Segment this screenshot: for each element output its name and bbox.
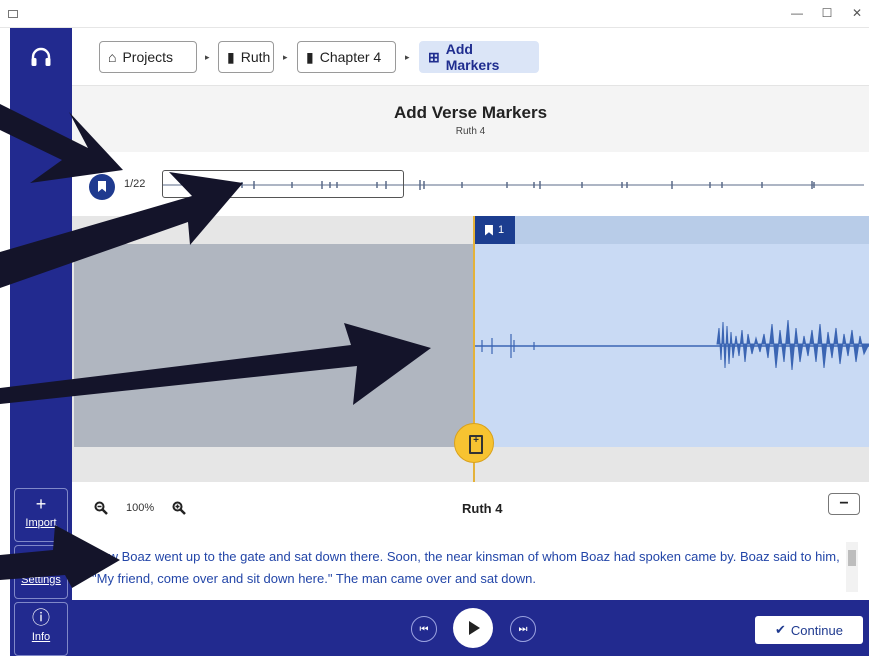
- annotation-arrows: [0, 104, 431, 588]
- app-window: { "breadcrumbs": [ {"label": "Projects",…: [0, 0, 869, 656]
